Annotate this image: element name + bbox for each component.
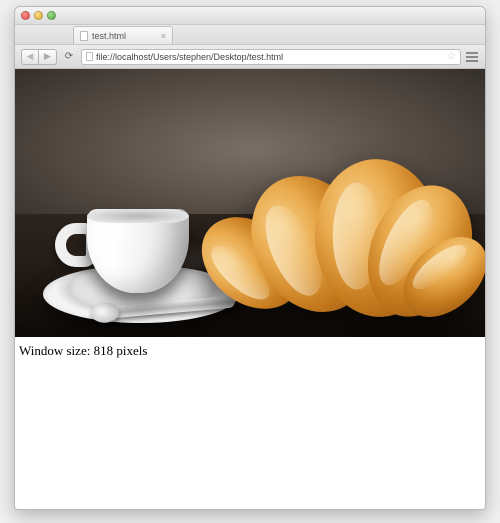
back-button[interactable]: ◀ — [21, 49, 39, 65]
page-icon — [86, 52, 93, 61]
address-bar[interactable]: file://localhost/Users/stephen/Desktop/t… — [81, 49, 461, 65]
window-close-button[interactable] — [21, 11, 30, 20]
window-minimize-button[interactable] — [34, 11, 43, 20]
tab-strip: test.html × — [15, 25, 485, 45]
window-zoom-button[interactable] — [47, 11, 56, 20]
page-favicon-icon — [80, 31, 88, 41]
status-suffix: pixels — [113, 343, 147, 358]
window-size-readout: Window size: 818 pixels — [15, 337, 485, 365]
page-content: Window size: 818 pixels — [15, 69, 485, 509]
address-text: file://localhost/Users/stephen/Desktop/t… — [96, 52, 444, 62]
window-titlebar — [15, 7, 485, 25]
reload-button[interactable]: ⟳ — [61, 49, 77, 65]
status-prefix: Window size: — [19, 343, 94, 358]
hamburger-menu-icon[interactable] — [465, 50, 479, 64]
hero-image — [15, 69, 485, 337]
browser-tab[interactable]: test.html × — [73, 26, 173, 44]
close-icon[interactable]: × — [161, 31, 166, 41]
bookmark-star-icon[interactable]: ☆ — [447, 51, 456, 62]
forward-button[interactable]: ▶ — [39, 49, 57, 65]
navigation-arrows: ◀ ▶ — [21, 49, 57, 65]
browser-window: test.html × ◀ ▶ ⟳ file://localhost/Users… — [14, 6, 486, 510]
tab-title: test.html — [92, 31, 126, 41]
status-value: 818 — [94, 343, 114, 358]
browser-toolbar: ◀ ▶ ⟳ file://localhost/Users/stephen/Des… — [15, 45, 485, 69]
